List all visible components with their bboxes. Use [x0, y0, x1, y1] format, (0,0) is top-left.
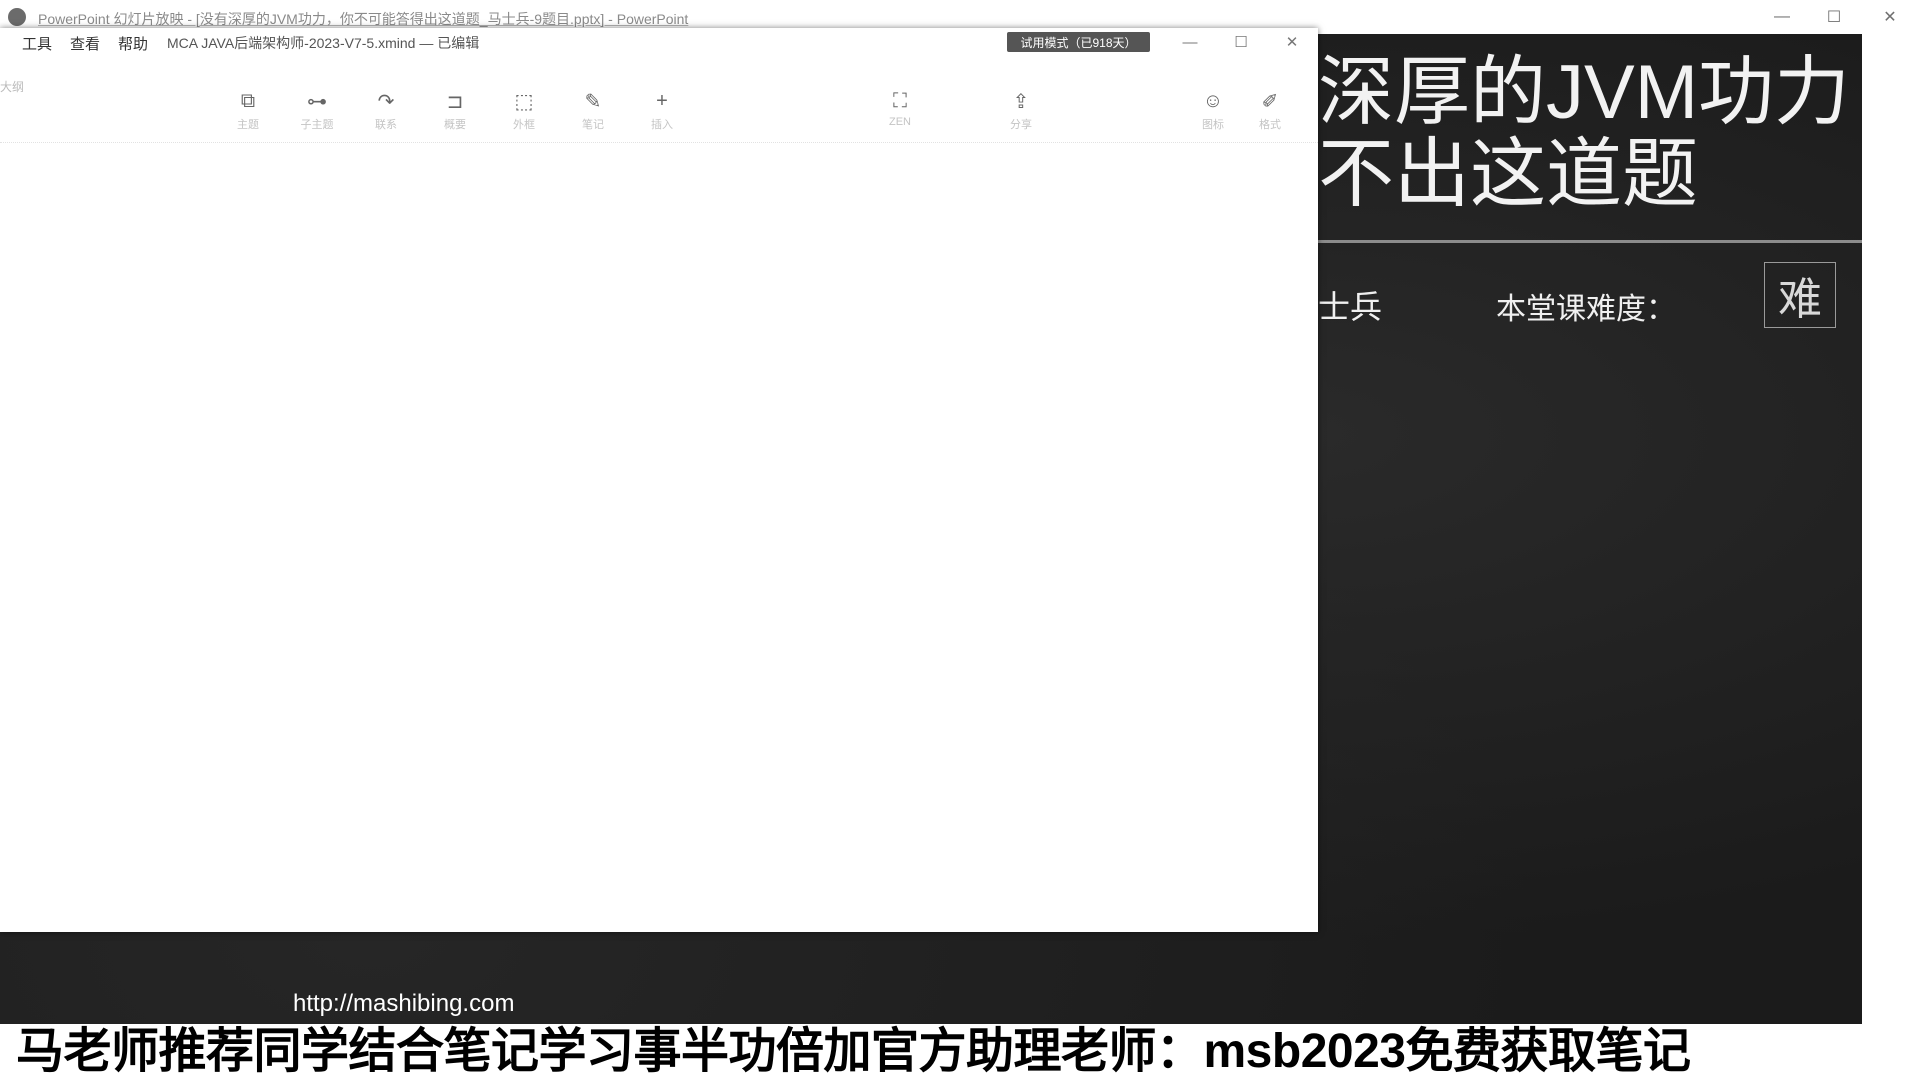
trial-mode-badge[interactable]: 试用模式（已918天）: [1007, 32, 1150, 52]
tool-label: 概要: [444, 119, 466, 131]
tool-label: 外框: [513, 119, 535, 131]
powerpoint-window-title: PowerPoint 幻灯片放映 - [没有深厚的JVM功力，你不可能答得出这道…: [38, 11, 689, 27]
slide-right-margin: [1862, 34, 1920, 1034]
xmind-maximize-button[interactable]: ☐: [1223, 30, 1259, 54]
menu-view[interactable]: 查看: [70, 33, 100, 54]
note-icon: ✎: [584, 90, 602, 113]
tool-format-button[interactable]: ✐ 格式: [1240, 88, 1300, 132]
slide-divider: [1318, 240, 1862, 243]
menu-help[interactable]: 帮助: [118, 33, 148, 54]
tool-subtopic-button[interactable]: ⊶ 子主题: [287, 88, 347, 132]
xmind-close-button[interactable]: ✕: [1274, 30, 1310, 54]
tool-label: 联系: [375, 119, 397, 131]
xmind-toolbar: ⧉ 主题 ⊶ 子主题 ↷ 联系 ⊐ 概要 ⬚ 外框 ✎ 笔记 + 插入 ⛶ ZE: [0, 56, 1318, 132]
tool-label: 笔记: [582, 119, 604, 131]
insert-icon: +: [656, 89, 668, 112]
toolbar-divider: [0, 142, 1318, 143]
slide-title: 深厚的JVM功力 不出这道题: [1318, 50, 1850, 217]
mindmap-canvas[interactable]: [0, 146, 1318, 932]
powerpoint-close-button[interactable]: ✕: [1870, 4, 1910, 30]
zen-mode-icon: ⛶: [893, 89, 907, 112]
xmind-window: 工具 查看 帮助 MCA JAVA后端架构师-2023-V7-5.xmind —…: [0, 28, 1318, 932]
topic-icon: ⧉: [240, 89, 256, 112]
tool-label: ZEN: [889, 116, 911, 128]
tool-label: 分享: [1010, 119, 1032, 131]
tool-share-button[interactable]: ⇪ 分享: [991, 88, 1051, 132]
watermark-url: http://mashibing.com: [293, 990, 515, 1017]
tool-label: 主题: [237, 119, 259, 131]
tool-boundary-button[interactable]: ⬚ 外框: [494, 88, 554, 132]
xmind-minimize-button[interactable]: —: [1172, 30, 1208, 54]
tool-label: 格式: [1259, 119, 1281, 131]
tool-summary-button[interactable]: ⊐ 概要: [425, 88, 485, 132]
powerpoint-minimize-button[interactable]: —: [1762, 4, 1802, 30]
difficulty-badge: 难: [1764, 262, 1836, 328]
difficulty-label: 本堂课难度：: [1496, 292, 1676, 327]
tool-sticker-button[interactable]: ☺ 图标: [1183, 88, 1243, 132]
tool-relationship-button[interactable]: ↷ 联系: [356, 88, 416, 132]
slide-author: 士兵: [1318, 288, 1383, 326]
tool-zen-button[interactable]: ⛶ ZEN: [870, 88, 930, 129]
promo-banner: 马老师推荐同学结合笔记学习事半功倍加官方助理老师：msb2023免费获取笔记: [0, 1024, 1920, 1080]
tool-insert-button[interactable]: + 插入: [632, 88, 692, 132]
format-icon: ✐: [1261, 90, 1279, 113]
xmind-filename: MCA JAVA后端架构师-2023-V7-5.xmind — 已编辑: [167, 35, 480, 51]
powerpoint-maximize-button[interactable]: ☐: [1814, 4, 1854, 30]
relationship-icon: ↷: [377, 90, 395, 113]
menu-tools[interactable]: 工具: [22, 33, 52, 54]
powerpoint-app-icon: [8, 8, 26, 26]
tool-topic-button[interactable]: ⧉ 主题: [218, 88, 278, 132]
xmind-menubar: 工具 查看 帮助 MCA JAVA后端架构师-2023-V7-5.xmind —…: [0, 28, 1318, 56]
tool-label: 子主题: [300, 119, 334, 131]
sticker-icon: ☺: [1202, 89, 1224, 112]
subtopic-icon: ⊶: [307, 90, 327, 113]
boundary-icon: ⬚: [514, 90, 534, 113]
tool-label: 插入: [651, 119, 673, 131]
tool-note-button[interactable]: ✎ 笔记: [563, 88, 623, 132]
tool-label: 图标: [1202, 119, 1224, 131]
summary-icon: ⊐: [446, 90, 464, 113]
share-icon: ⇪: [1012, 90, 1030, 113]
